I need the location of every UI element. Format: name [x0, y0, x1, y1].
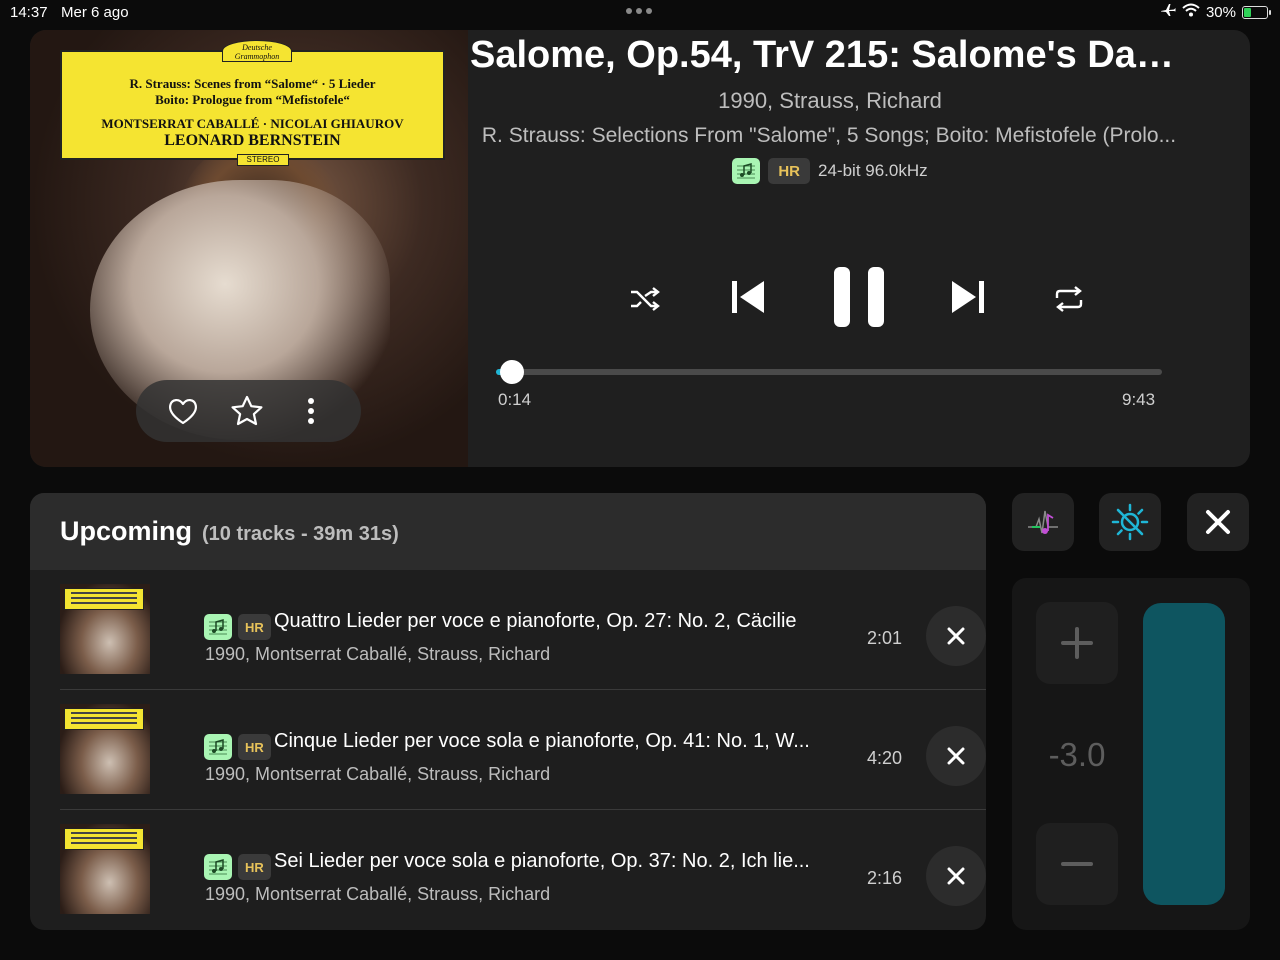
wifi-icon	[1182, 3, 1200, 21]
remove-track-button[interactable]	[926, 606, 986, 666]
battery-percent: 30%	[1205, 3, 1236, 21]
close-button[interactable]	[1187, 493, 1249, 551]
quality-badges: HR	[204, 734, 271, 760]
minus-icon	[1061, 862, 1093, 866]
eq-button[interactable]	[1012, 493, 1074, 551]
cover-label-line: Boito: Prologue from “Mefistofele“	[155, 92, 350, 107]
volume-level: -3.0	[1048, 736, 1106, 773]
queue-title: Upcoming	[60, 516, 192, 546]
status-bar: 14:37 Mer 6 ago 30%	[0, 0, 1280, 26]
multitask-dots-icon[interactable]	[626, 8, 652, 14]
queue-item-duration: 2:01	[866, 628, 902, 648]
total-time: 9:43	[1122, 390, 1156, 409]
close-icon	[947, 867, 965, 885]
queue-item[interactable]: HR Cinque Lieder per voce sola e pianofo…	[60, 690, 986, 810]
repeat-icon[interactable]	[1052, 282, 1086, 316]
cover-label-line: MONTSERRAT CABALLÉ · NICOLAI GHIAUROV	[101, 116, 404, 131]
cover-stereo: STEREO	[237, 154, 289, 166]
queue-item[interactable]: HR Quattro Lieder per voce e pianoforte,…	[60, 570, 986, 690]
airplane-icon	[1160, 3, 1176, 21]
brightness-button[interactable]	[1099, 493, 1161, 551]
close-icon	[947, 747, 965, 765]
star-icon[interactable]	[230, 394, 264, 428]
more-icon[interactable]	[294, 394, 328, 428]
queue-item-subtitle: 1990, Montserrat Caballé, Strauss, Richa…	[205, 764, 551, 784]
upcoming-queue: Upcoming (10 tracks - 39m 31s) HR Quattr…	[30, 493, 986, 930]
volume-panel: -3.0	[1012, 578, 1250, 930]
hifi-badge-icon	[204, 614, 232, 640]
hr-badge: HR	[238, 614, 271, 640]
queue-header: Upcoming (10 tracks - 39m 31s)	[30, 493, 986, 570]
status-time: 14:37	[10, 4, 48, 21]
track-title: Salome, Op.54, TrV 215: Salome's Dan...	[470, 34, 1190, 76]
queue-item-duration: 2:16	[866, 868, 902, 888]
queue-item-duration: 4:20	[866, 748, 902, 768]
close-icon	[1206, 510, 1230, 534]
status-indicators: 30%	[1160, 3, 1271, 21]
audio-format: 24-bit 96.0kHz	[818, 161, 928, 180]
hifi-badge-icon	[204, 854, 232, 880]
cover-label: Deutsche Grammophon R. Strauss: Scenes f…	[60, 40, 445, 166]
playback-controls	[590, 262, 1083, 332]
elapsed-time: 0:14	[498, 390, 532, 409]
hr-badge: HR	[768, 158, 811, 184]
track-thumbnail	[60, 704, 150, 794]
progress-slider[interactable]	[496, 360, 1162, 384]
hifi-badge-icon	[204, 734, 232, 760]
quality-badges: HR	[204, 854, 271, 880]
queue-item-title: Sei Lieder per voce sola e pianoforte, O…	[274, 850, 810, 872]
queue-meta: (10 tracks - 39m 31s)	[202, 523, 399, 545]
battery-icon	[1242, 5, 1271, 19]
next-icon[interactable]	[948, 277, 988, 317]
queue-item-title: Quattro Lieder per voce e pianoforte, Op…	[274, 610, 797, 632]
cover-label-line: R. Strauss: Scenes from “Salome“ · 5 Lie…	[129, 76, 376, 91]
remove-track-button[interactable]	[926, 726, 986, 786]
track-subtitle[interactable]: 1990, Strauss, Richard	[470, 88, 1190, 114]
heart-icon[interactable]	[166, 394, 200, 428]
cover-logo: Deutsche Grammophon	[222, 40, 292, 62]
pause-icon[interactable]	[830, 264, 888, 330]
plus-icon	[1061, 627, 1093, 659]
eq-icon	[1028, 510, 1058, 534]
volume-up-button[interactable]	[1036, 602, 1118, 684]
track-actions-pill	[136, 380, 361, 442]
quality-info: HR 24-bit 96.0kHz	[470, 158, 1190, 184]
album-cover[interactable]: Deutsche Grammophon R. Strauss: Scenes f…	[30, 30, 468, 467]
cover-label-line: LEONARD BERNSTEIN	[164, 132, 341, 149]
queue-item[interactable]: HR Sei Lieder per voce sola e pianoforte…	[60, 810, 986, 930]
queue-item-title: Cinque Lieder per voce sola e pianoforte…	[274, 730, 810, 752]
close-icon	[947, 627, 965, 645]
queue-item-subtitle: 1990, Montserrat Caballé, Strauss, Richa…	[205, 884, 551, 904]
volume-slider[interactable]	[1143, 603, 1225, 905]
hr-badge: HR	[238, 734, 271, 760]
remove-track-button[interactable]	[926, 846, 986, 906]
track-thumbnail	[60, 824, 150, 914]
progress-knob[interactable]	[500, 360, 524, 384]
previous-icon[interactable]	[728, 277, 768, 317]
volume-down-button[interactable]	[1036, 823, 1118, 905]
queue-item-subtitle: 1990, Montserrat Caballé, Strauss, Richa…	[205, 644, 551, 664]
hr-badge: HR	[238, 854, 271, 880]
shuffle-icon[interactable]	[628, 282, 662, 316]
album-title[interactable]: R. Strauss: Selections From "Salome", 5 …	[466, 124, 1192, 148]
hifi-badge-icon	[732, 158, 761, 184]
status-date: Mer 6 ago	[61, 4, 129, 21]
quality-badges: HR	[204, 614, 271, 640]
track-thumbnail	[60, 584, 150, 674]
brightness-icon	[1111, 503, 1149, 541]
